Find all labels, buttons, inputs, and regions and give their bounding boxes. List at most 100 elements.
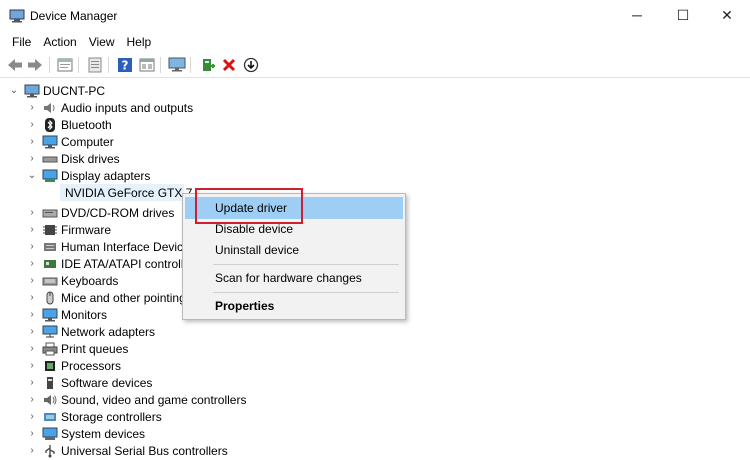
tree-category[interactable]: › IDE ATA/ATAPI controll… xyxy=(26,255,195,272)
software-icon xyxy=(47,376,53,389)
chevron-right-icon[interactable]: › xyxy=(26,150,38,167)
tree-category[interactable]: › DVD/CD-ROM drives xyxy=(26,204,174,221)
category-label: IDE ATA/ATAPI controll… xyxy=(61,256,196,271)
toolbar-separator xyxy=(190,57,191,73)
tree-category[interactable]: › Computer xyxy=(26,133,114,150)
forward-button[interactable] xyxy=(26,56,44,74)
tree-category[interactable]: › Disk drives xyxy=(26,150,119,167)
chevron-right-icon[interactable]: › xyxy=(26,442,38,459)
chevron-right-icon[interactable]: › xyxy=(26,204,38,221)
back-button[interactable] xyxy=(6,56,24,74)
toolbar-separator xyxy=(49,57,50,73)
tree-category[interactable]: › Firmware xyxy=(26,221,111,238)
svg-text:?: ? xyxy=(122,59,129,73)
speaker-icon xyxy=(44,102,55,113)
title-bar: Device Manager ─ ☐ ✕ xyxy=(0,0,750,32)
sound-icon xyxy=(44,394,57,405)
menu-separator xyxy=(213,292,399,293)
chevron-right-icon[interactable]: › xyxy=(26,323,38,340)
details-icon xyxy=(139,58,155,72)
menu-separator xyxy=(213,264,399,265)
tree-root[interactable]: ⌄ DUCNT-PC xyxy=(8,82,105,99)
category-label: Monitors xyxy=(61,307,108,322)
chevron-right-icon[interactable]: › xyxy=(26,408,38,425)
tree-category[interactable]: › Sound, video and game controllers xyxy=(26,391,246,408)
tree-category[interactable]: › Processors xyxy=(26,357,121,374)
properties-button[interactable] xyxy=(56,56,74,74)
menu-disable-device[interactable]: Disable device xyxy=(185,218,403,240)
chevron-right-icon[interactable]: › xyxy=(26,116,38,133)
tree-category[interactable]: › Software devices xyxy=(26,374,152,391)
minimize-icon: ─ xyxy=(632,7,642,23)
tree-category[interactable]: › Network adapters xyxy=(26,323,155,340)
tree-category[interactable]: › Human Interface Devic… xyxy=(26,238,195,255)
chevron-right-icon[interactable]: › xyxy=(26,374,38,391)
chevron-right-icon[interactable]: › xyxy=(26,289,38,306)
chevron-right-icon[interactable]: › xyxy=(26,357,38,374)
chevron-right-icon[interactable]: › xyxy=(26,272,38,289)
chevron-right-icon[interactable]: › xyxy=(26,238,38,255)
tree-category[interactable]: › Storage controllers xyxy=(26,408,161,425)
chevron-right-icon[interactable]: › xyxy=(26,425,38,442)
menu-action[interactable]: Action xyxy=(37,32,82,52)
menu-properties[interactable]: Properties xyxy=(185,295,403,317)
system-icon xyxy=(42,427,58,440)
computer-icon xyxy=(42,135,58,148)
menu-scan-hardware-label: Scan for hardware changes xyxy=(215,271,362,285)
minimize-button[interactable]: ─ xyxy=(614,0,660,30)
tree-category[interactable]: › Bluetooth xyxy=(26,116,112,133)
add-driver-button[interactable] xyxy=(199,56,217,74)
menu-view[interactable]: View xyxy=(83,32,121,52)
chevron-right-icon[interactable]: › xyxy=(26,391,38,408)
menu-disable-device-label: Disable device xyxy=(215,222,294,236)
menu-update-driver[interactable]: Update driver xyxy=(185,197,403,219)
show-hidden-button[interactable] xyxy=(86,56,104,74)
display-adapter-icon xyxy=(42,169,58,182)
close-button[interactable]: ✕ xyxy=(704,0,750,30)
tree-category[interactable]: › Mice and other pointing… xyxy=(26,289,197,306)
menu-help[interactable]: Help xyxy=(121,32,158,52)
tree-root-label: DUCNT-PC xyxy=(43,83,105,98)
toolbar-separator xyxy=(108,57,109,73)
chevron-down-icon[interactable]: ⌄ xyxy=(8,82,20,99)
chevron-right-icon[interactable]: › xyxy=(26,221,38,238)
window-title: Device Manager xyxy=(30,9,118,23)
monitor-icon xyxy=(42,308,58,321)
menu-uninstall-device[interactable]: Uninstall device xyxy=(185,239,403,261)
chevron-right-icon[interactable]: › xyxy=(26,133,38,150)
add-driver-icon xyxy=(203,59,215,71)
category-label: Computer xyxy=(61,134,114,149)
chevron-right-icon[interactable]: › xyxy=(26,306,38,323)
category-label: Network adapters xyxy=(61,324,156,339)
tree-category[interactable]: › Print queues xyxy=(26,340,128,357)
chevron-right-icon[interactable]: › xyxy=(26,255,38,272)
update-button[interactable] xyxy=(242,56,260,74)
menu-file[interactable]: File xyxy=(6,32,37,52)
help-button[interactable]: ? xyxy=(116,56,134,74)
category-label: Software devices xyxy=(61,375,153,390)
tree-category[interactable]: › Universal Serial Bus controllers xyxy=(26,442,227,459)
properties-icon xyxy=(57,58,73,72)
menu-update-driver-label: Update driver xyxy=(215,201,288,215)
disk-icon xyxy=(42,156,58,162)
tree-category[interactable]: › System devices xyxy=(26,425,145,442)
device-nvidia-gpu[interactable]: NVIDIA GeForce GTX 7… xyxy=(60,184,204,201)
help-icon: ? xyxy=(118,58,132,73)
usb-icon xyxy=(45,444,55,457)
chevron-right-icon[interactable]: › xyxy=(26,99,38,116)
maximize-icon: ☐ xyxy=(676,6,690,23)
category-label: Audio inputs and outputs xyxy=(61,100,194,115)
menu-scan-hardware[interactable]: Scan for hardware changes xyxy=(185,267,403,289)
chevron-down-icon[interactable]: ⌄ xyxy=(26,167,38,184)
tree-category-expanded[interactable]: ⌄ Display adapters xyxy=(26,167,151,184)
tree-category[interactable]: › Keyboards xyxy=(26,272,118,289)
uninstall-button[interactable] xyxy=(220,56,238,74)
tree-category[interactable]: › Monitors xyxy=(26,306,107,323)
tree-category[interactable]: › Audio inputs and outputs xyxy=(26,99,193,116)
details-button[interactable] xyxy=(138,56,156,74)
monitor-button[interactable] xyxy=(168,56,186,74)
forward-icon xyxy=(28,59,42,71)
maximize-button[interactable]: ☐ xyxy=(660,0,706,30)
chevron-right-icon[interactable]: › xyxy=(26,340,38,357)
firmware-icon xyxy=(43,224,57,235)
